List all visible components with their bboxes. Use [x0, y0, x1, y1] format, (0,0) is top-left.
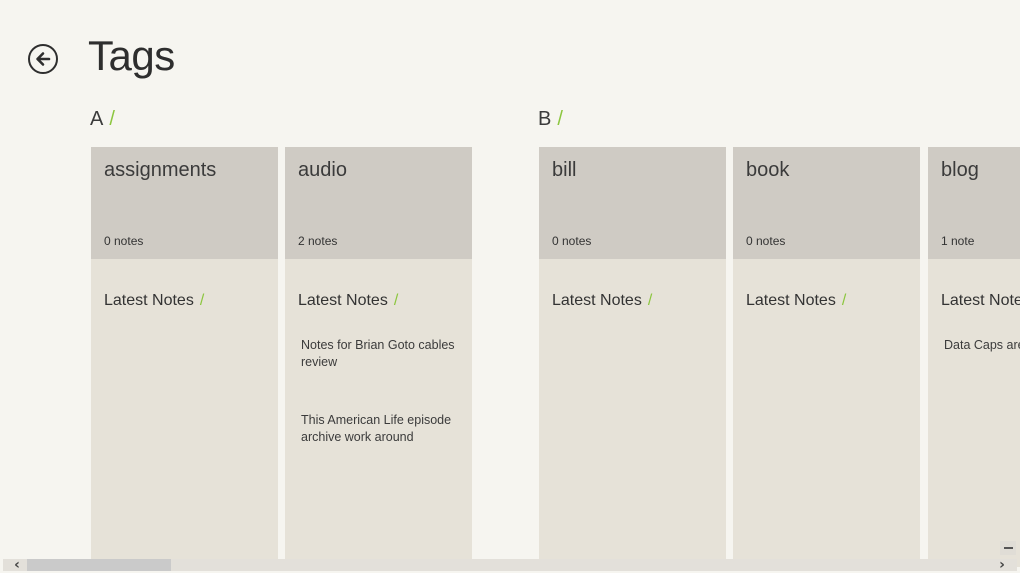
- note-count: 0 notes: [552, 234, 592, 248]
- chevron-left-icon[interactable]: ‹: [8, 557, 26, 573]
- tag-tile-blog[interactable]: blog 1 note Latest Notes/ Data Caps are: [928, 147, 1020, 567]
- latest-notes-panel: Latest Notes /: [733, 259, 920, 567]
- group-header-b[interactable]: B /: [538, 108, 563, 131]
- tag-tile-audio[interactable]: audio 2 notes Latest Notes / Notes for Br…: [285, 147, 472, 567]
- separator: /: [393, 292, 399, 309]
- group-header-a[interactable]: A /: [90, 108, 115, 131]
- semantic-zoom-button[interactable]: [1000, 541, 1016, 555]
- latest-notes-label: Latest Notes: [552, 292, 642, 309]
- note-item[interactable]: This American Life episode archive work …: [301, 412, 461, 445]
- latest-notes-header[interactable]: Latest Notes/: [941, 292, 1020, 310]
- latest-notes-panel: Latest Notes /: [539, 259, 726, 567]
- latest-notes-label: Latest Notes: [941, 292, 1020, 309]
- back-button[interactable]: [28, 44, 58, 74]
- note-item[interactable]: Notes for Brian Goto cables review: [301, 337, 461, 370]
- latest-notes-panel: Latest Notes /: [91, 259, 278, 567]
- note-count: 1 note: [941, 234, 975, 248]
- latest-notes-header[interactable]: Latest Notes /: [298, 292, 398, 310]
- note-item[interactable]: Data Caps are: [944, 337, 1020, 354]
- tile-header[interactable]: blog 1 note: [928, 147, 1020, 259]
- latest-notes-label: Latest Notes: [104, 292, 194, 309]
- separator: /: [647, 292, 653, 309]
- separator: /: [557, 108, 563, 130]
- latest-notes-label: Latest Notes: [746, 292, 836, 309]
- chevron-right-icon[interactable]: ›: [993, 557, 1011, 573]
- note-count: 0 notes: [104, 234, 144, 248]
- tag-tile-book[interactable]: book 0 notes Latest Notes /: [733, 147, 920, 567]
- tile-header[interactable]: book 0 notes: [733, 147, 920, 259]
- tile-header[interactable]: bill 0 notes: [539, 147, 726, 259]
- group-letter: B: [538, 108, 552, 130]
- group-letter: A: [90, 108, 104, 130]
- tag-name: blog: [941, 159, 979, 181]
- tag-name: bill: [552, 159, 577, 181]
- separator: /: [199, 292, 205, 309]
- latest-notes-header[interactable]: Latest Notes /: [746, 292, 846, 310]
- separator: /: [109, 108, 115, 130]
- note-count: 2 notes: [298, 234, 338, 248]
- minus-icon: [1003, 547, 1013, 549]
- latest-notes-panel: Latest Notes / Notes for Brian Goto cable…: [285, 259, 472, 567]
- tag-name: audio: [298, 159, 347, 181]
- scroll-thumb[interactable]: [27, 559, 171, 571]
- tag-name: book: [746, 159, 790, 181]
- horizontal-scrollbar[interactable]: ‹ ›: [0, 557, 1020, 573]
- latest-notes-panel: Latest Notes/ Data Caps are: [928, 259, 1020, 567]
- tile-header[interactable]: assignments 0 notes: [91, 147, 278, 259]
- page-title: Tags: [88, 32, 175, 79]
- tag-name: assignments: [104, 159, 217, 181]
- separator: /: [841, 292, 847, 309]
- latest-notes-header[interactable]: Latest Notes /: [552, 292, 652, 310]
- arrow-left-icon: [36, 52, 51, 66]
- tag-tile-bill[interactable]: bill 0 notes Latest Notes /: [539, 147, 726, 567]
- note-count: 0 notes: [746, 234, 786, 248]
- tile-header[interactable]: audio 2 notes: [285, 147, 472, 259]
- tag-tile-assignments[interactable]: assignments 0 notes Latest Notes /: [91, 147, 278, 567]
- latest-notes-label: Latest Notes: [298, 292, 388, 309]
- latest-notes-header[interactable]: Latest Notes /: [104, 292, 204, 310]
